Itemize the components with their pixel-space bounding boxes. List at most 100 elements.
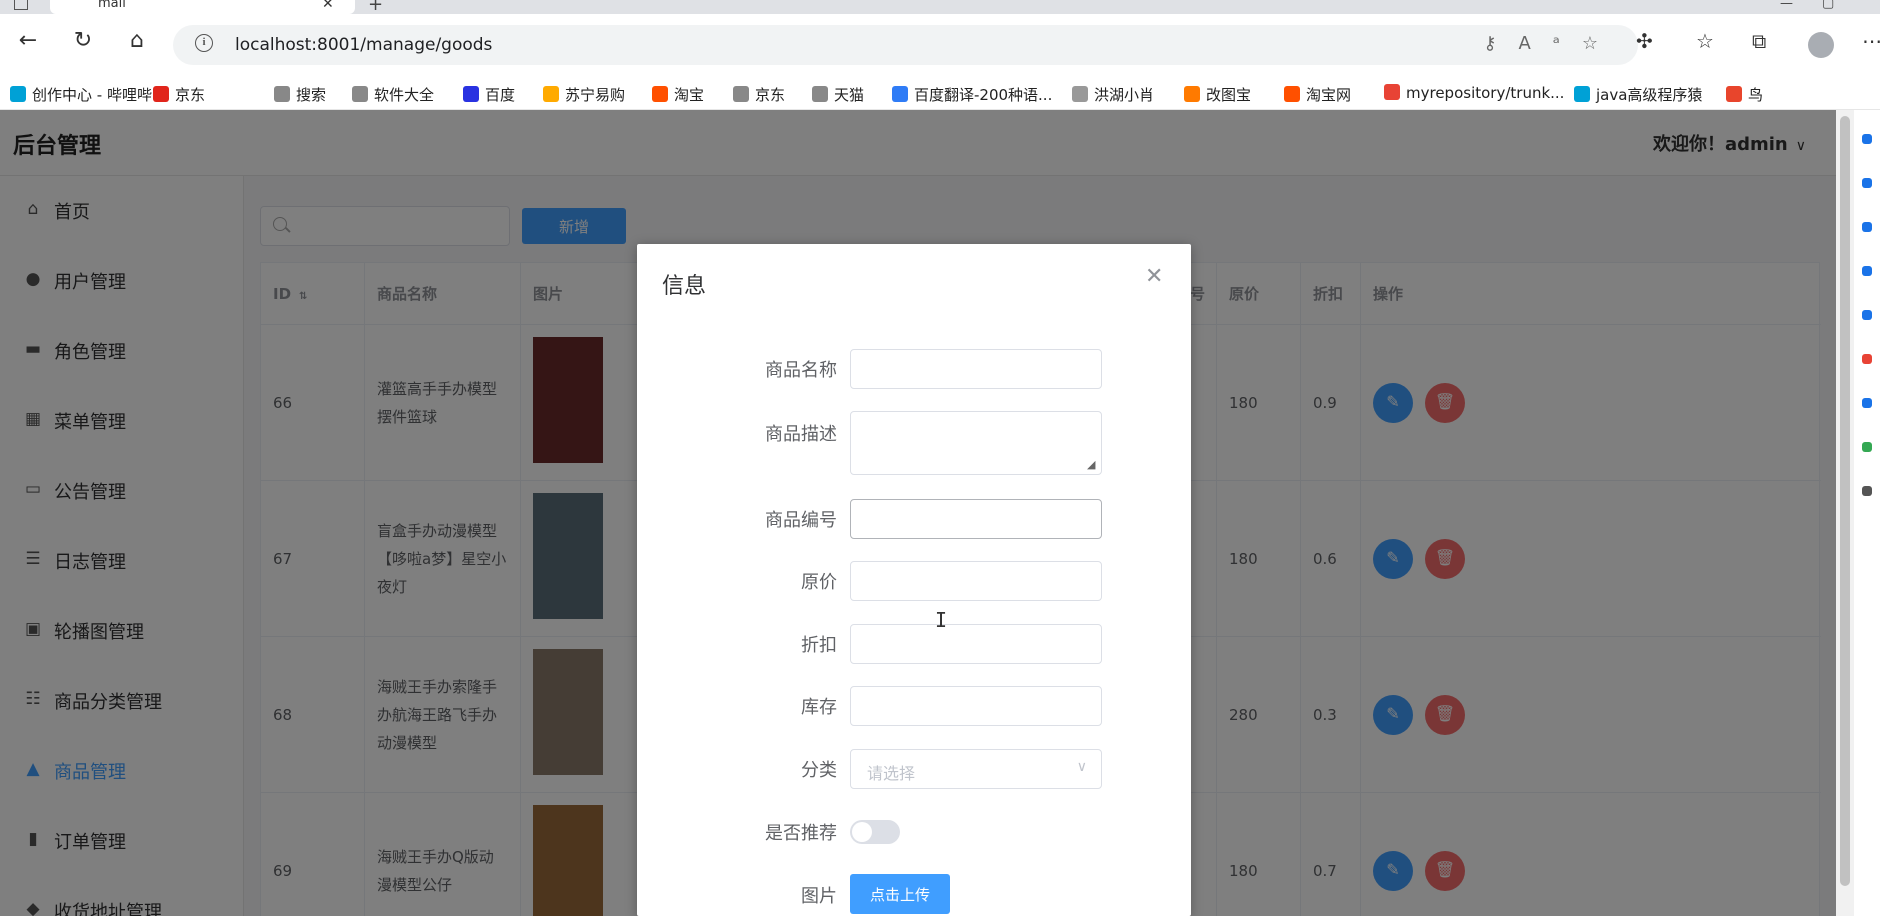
browser-tab-strip: mall ✕ + — ▢ xyxy=(0,0,1880,15)
discount-input[interactable] xyxy=(850,624,1102,664)
bookmark-favicon-icon xyxy=(892,86,908,102)
extensions-icon[interactable]: ✣ xyxy=(1636,29,1653,53)
bookmark-label: 百度翻译-200种语... xyxy=(914,86,1053,104)
dialog-title: 信息 xyxy=(662,274,707,299)
bookmark-item[interactable]: 苏宁易购 xyxy=(543,84,625,105)
home-icon[interactable]: ⌂ xyxy=(122,28,152,53)
bookmark-favicon-icon xyxy=(274,86,290,102)
page-scrollbar[interactable] xyxy=(1836,110,1854,916)
bookmark-favicon-icon xyxy=(652,86,668,102)
bookmark-favicon-icon xyxy=(1574,86,1590,102)
tab-close-icon[interactable]: ✕ xyxy=(322,0,334,12)
stock-input[interactable] xyxy=(850,686,1102,726)
bookmark-label: 苏宁易购 xyxy=(565,86,626,104)
category-placeholder: 请选择 xyxy=(867,766,916,783)
side-panel-icon[interactable] xyxy=(1862,398,1872,408)
resize-handle-icon[interactable]: ◢ xyxy=(1087,458,1095,471)
bookmark-label: 鸟 xyxy=(1748,86,1764,104)
bookmark-favicon-icon xyxy=(733,86,749,102)
bookmark-favicon-icon xyxy=(153,86,169,102)
bookmark-favicon-icon xyxy=(1184,86,1200,102)
more-menu-icon[interactable]: ⋯ xyxy=(1862,29,1880,53)
recommend-switch[interactable] xyxy=(850,820,900,844)
bookmark-item[interactable]: 搜索 xyxy=(274,84,326,105)
category-label: 分类 xyxy=(801,760,837,781)
site-info-icon[interactable]: i xyxy=(195,34,213,52)
price-input[interactable] xyxy=(850,561,1102,601)
code-input[interactable] xyxy=(850,499,1102,539)
new-tab-icon[interactable]: + xyxy=(368,0,383,15)
bookmark-item[interactable]: myrepository/trunk... xyxy=(1384,84,1564,102)
bookmark-item[interactable]: 创作中心 - 哔哩哔... xyxy=(10,84,166,105)
bookmark-label: myrepository/trunk... xyxy=(1406,84,1565,102)
bookmark-item[interactable]: 百度 xyxy=(463,84,515,105)
bookmark-label: 京东 xyxy=(175,86,206,104)
bookmark-favicon-icon xyxy=(1384,84,1400,100)
collections-icon[interactable]: ⧉ xyxy=(1752,29,1766,53)
bookmark-label: 百度 xyxy=(485,86,516,104)
bookmark-favicon-icon xyxy=(812,86,828,102)
bookmark-item[interactable]: 天猫 xyxy=(812,84,864,105)
browser-tab-title: mall xyxy=(98,0,126,11)
bookmark-item[interactable]: 软件大全 xyxy=(352,84,434,105)
scrollbar-thumb[interactable] xyxy=(1840,116,1850,886)
bookmark-item[interactable]: 改图宝 xyxy=(1184,84,1251,105)
side-panel-icon[interactable] xyxy=(1862,134,1872,144)
code-label: 商品编号 xyxy=(765,510,837,531)
minimize-icon[interactable]: — xyxy=(1780,0,1793,11)
bookmark-item[interactable]: 鸟 xyxy=(1726,84,1763,105)
side-panel-icon[interactable] xyxy=(1862,310,1872,320)
bookmark-label: 京东 xyxy=(755,86,786,104)
side-panel-icon[interactable] xyxy=(1862,442,1872,452)
bookmark-label: 天猫 xyxy=(834,86,865,104)
bookmark-item[interactable]: 淘宝 xyxy=(652,84,704,105)
upload-button[interactable]: 点击上传 xyxy=(850,874,950,914)
bookmark-favicon-icon xyxy=(463,86,479,102)
recommend-label: 是否推荐 xyxy=(765,823,837,844)
description-label: 商品描述 xyxy=(765,424,837,445)
side-panel-icon[interactable] xyxy=(1862,266,1872,276)
side-panel-icon[interactable] xyxy=(1862,222,1872,232)
name-label: 商品名称 xyxy=(765,360,837,381)
browser-toolbar: ← ↻ ⌂ i localhost:8001/manage/goods ⚷Aᵃ☆… xyxy=(0,14,1880,76)
browser-sidebar-strip xyxy=(1854,110,1880,916)
bookmark-label: 创作中心 - 哔哩哔... xyxy=(32,86,167,104)
refresh-icon[interactable]: ↻ xyxy=(68,28,98,53)
profile-avatar[interactable] xyxy=(1808,32,1834,58)
bookmark-label: 改图宝 xyxy=(1206,86,1252,104)
bookmark-item[interactable]: 京东 xyxy=(153,84,205,105)
description-textarea[interactable] xyxy=(850,411,1102,475)
side-panel-icon[interactable] xyxy=(1862,354,1872,364)
category-select[interactable]: 请选择 ∨ xyxy=(850,749,1102,789)
bookmark-favicon-icon xyxy=(352,86,368,102)
bookmark-label: 洪湖小肖 xyxy=(1094,86,1155,104)
tab-actions-icon[interactable] xyxy=(14,0,28,10)
side-panel-icon[interactable] xyxy=(1862,178,1872,188)
goods-dialog: 信息 ✕ 商品名称 商品描述 ◢ 商品编号 原价 折扣 库存 分类 请选择 ∨ … xyxy=(637,244,1191,916)
back-arrow-icon[interactable]: ← xyxy=(13,28,43,53)
bookmark-label: java高级程序猿 xyxy=(1596,86,1703,104)
address-bar[interactable]: i localhost:8001/manage/goods ⚷Aᵃ☆ xyxy=(173,25,1638,65)
chevron-down-icon: ∨ xyxy=(1076,758,1087,774)
browser-tab[interactable] xyxy=(50,0,355,14)
name-input[interactable] xyxy=(850,349,1102,389)
restore-icon[interactable]: ▢ xyxy=(1822,0,1834,11)
bookmark-item[interactable]: 淘宝网 xyxy=(1284,84,1351,105)
address-bar-actions[interactable]: ⚷Aᵃ☆ xyxy=(1483,33,1620,54)
close-icon[interactable]: ✕ xyxy=(1145,264,1163,289)
url-text[interactable]: localhost:8001/manage/goods xyxy=(235,35,492,55)
bookmark-item[interactable]: java高级程序猿 xyxy=(1574,84,1702,105)
switch-knob xyxy=(852,822,872,842)
bookmark-item[interactable]: 京东 xyxy=(733,84,785,105)
bookmark-label: 搜索 xyxy=(296,86,327,104)
bookmark-label: 软件大全 xyxy=(374,86,435,104)
image-label: 图片 xyxy=(801,886,837,907)
bookmark-label: 淘宝网 xyxy=(1306,86,1352,104)
bookmark-favicon-icon xyxy=(1072,86,1088,102)
bookmarks-bar: 创作中心 - 哔哩哔... 京东 搜索 软件大全 百度 苏宁易购 淘宝 京东 天猫 百度翻译-20… xyxy=(0,76,1880,110)
side-panel-icon[interactable] xyxy=(1862,486,1872,496)
discount-label: 折扣 xyxy=(801,635,837,656)
bookmark-item[interactable]: 洪湖小肖 xyxy=(1072,84,1154,105)
favorites-icon[interactable]: ☆ xyxy=(1696,29,1714,53)
bookmark-item[interactable]: 百度翻译-200种语... xyxy=(892,84,1052,105)
